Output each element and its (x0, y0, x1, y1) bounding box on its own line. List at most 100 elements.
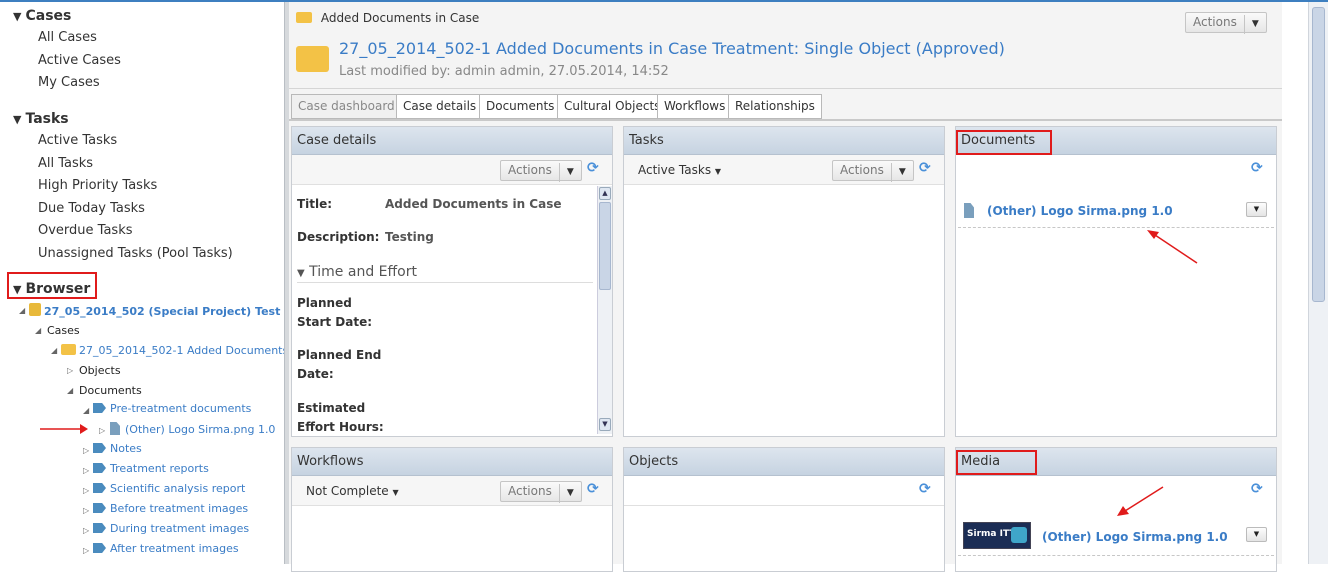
chevron-down-icon: ▼ (890, 163, 913, 182)
time-effort-section[interactable]: ▼ Time and Effort (297, 264, 593, 283)
title-label: Title: (297, 197, 333, 211)
nav-active-cases[interactable]: Active Cases (38, 53, 121, 68)
panel-header: Workflows (292, 448, 612, 476)
tab-case-dashboard[interactable]: Case dashboard (291, 94, 402, 119)
annotation-box-browser (7, 272, 97, 299)
tab-case-details[interactable]: Case details (396, 94, 484, 119)
tasks-actions-button[interactable]: Actions ▼ (832, 160, 914, 182)
tree-case-node[interactable]: 27_05_2014_502-1 Added Documents in C (61, 344, 284, 357)
scroll-thumb[interactable] (599, 202, 611, 290)
divider (289, 88, 1282, 89)
cases-section-title[interactable]: ▼ Cases (13, 8, 71, 24)
scroll-down-icon[interactable]: ▼ (599, 418, 611, 431)
tree-before-images-node[interactable]: Before treatment images (93, 502, 248, 515)
tree-after-images-node[interactable]: After treatment images (93, 542, 239, 555)
planned-start-label: Planned Start Date: (297, 296, 373, 329)
tab-workflows[interactable]: Workflows (657, 94, 733, 119)
refresh-icon[interactable]: ⟳ (587, 481, 599, 497)
tag-icon (93, 463, 106, 473)
document-icon (964, 203, 974, 218)
chevron-down-icon: ▼ (558, 484, 581, 503)
collapse-triangle-icon: ▼ (13, 113, 22, 126)
expander-icon[interactable]: ▷ (83, 486, 89, 495)
project-icon (29, 303, 41, 316)
nav-active-tasks[interactable]: Active Tasks (38, 133, 117, 148)
refresh-icon[interactable]: ⟳ (587, 160, 599, 176)
panel-toolbar: Not Complete ▼ Actions ▼ ⟳ (292, 476, 612, 506)
panel-header: Objects (624, 448, 944, 476)
expander-icon[interactable]: ▷ (83, 546, 89, 555)
caret-down-icon: ▼ (714, 167, 722, 176)
media-item-link[interactable]: (Other) Logo Sirma.png 1.0 (1042, 530, 1228, 544)
panel-scrollbar[interactable]: ▲ ▼ (597, 186, 612, 434)
nav-unassigned-tasks[interactable]: Unassigned Tasks (Pool Tasks) (38, 246, 233, 261)
expander-icon[interactable]: ◢ (19, 306, 25, 315)
panel-header: Tasks (624, 127, 944, 155)
title-value: Added Documents in Case (385, 197, 562, 211)
expander-icon[interactable]: ◢ (67, 386, 73, 395)
media-thumbnail[interactable]: Sirma ITT (963, 522, 1031, 549)
tree-notes-node[interactable]: Notes (93, 442, 142, 455)
workflows-filter-dropdown[interactable]: Not Complete ▼ (306, 484, 399, 498)
nav-due-today-tasks[interactable]: Due Today Tasks (38, 201, 145, 216)
description-label: Description: (297, 230, 380, 244)
workflows-panel: Workflows Not Complete ▼ Actions ▼ ⟳ (291, 447, 613, 572)
tree-documents-node[interactable]: Documents (79, 384, 142, 397)
expander-icon[interactable]: ▷ (83, 446, 89, 455)
case-details-panel: Case details Actions ▼ ⟳ Title: Added Doc… (291, 126, 613, 437)
nav-all-cases[interactable]: All Cases (38, 30, 97, 45)
collapse-triangle-icon: ▼ (297, 268, 305, 279)
panel-toolbar: ⟳ (624, 476, 944, 506)
expander-icon[interactable]: ▷ (99, 426, 105, 435)
tab-documents[interactable]: Documents (479, 94, 562, 119)
nav-all-tasks[interactable]: All Tasks (38, 156, 93, 171)
refresh-icon[interactable]: ⟳ (919, 160, 931, 176)
nav-overdue-tasks[interactable]: Overdue Tasks (38, 223, 133, 238)
nav-my-cases[interactable]: My Cases (38, 75, 100, 90)
scroll-thumb[interactable] (1312, 7, 1325, 302)
annotation-arrow-sidebar (40, 424, 88, 434)
tab-relationships[interactable]: Relationships (728, 94, 822, 119)
documents-item-link[interactable]: (Other) Logo Sirma.png 1.0 (987, 204, 1173, 218)
tree-project-node[interactable]: 27_05_2014_502 (Special Project) Test Cl (29, 303, 284, 318)
last-modified: Last modified by: admin admin, 27.05.201… (339, 64, 669, 79)
tree-treatment-reports-node[interactable]: Treatment reports (93, 462, 209, 475)
tag-icon (93, 523, 106, 533)
folder-icon (296, 12, 312, 23)
expander-icon[interactable]: ▷ (83, 466, 89, 475)
scroll-up-icon[interactable]: ▲ (599, 187, 611, 200)
objects-panel: Objects ⟳ (623, 447, 945, 572)
expander-icon[interactable]: ▷ (83, 506, 89, 515)
tasks-filter-dropdown[interactable]: Active Tasks ▼ (638, 163, 721, 177)
document-menu-button[interactable]: ▼ (1246, 202, 1267, 217)
tree-scientific-report-node[interactable]: Scientific analysis report (93, 482, 245, 495)
tree-pretreatment-node[interactable]: Pre-treatment documents (93, 402, 251, 415)
tree-cases-node[interactable]: Cases (47, 324, 80, 337)
expander-icon[interactable]: ◢ (35, 326, 41, 335)
panel-toolbar: Actions ▼ ⟳ (292, 155, 612, 185)
tasks-panel: Tasks Active Tasks ▼ Actions ▼ ⟳ (623, 126, 945, 437)
case-details-actions-button[interactable]: Actions ▼ (500, 160, 582, 182)
media-menu-button[interactable]: ▼ (1246, 527, 1267, 542)
refresh-icon[interactable]: ⟳ (919, 481, 931, 497)
tree-objects-node[interactable]: Objects (79, 364, 121, 377)
tasks-section-title[interactable]: ▼ Tasks (13, 111, 69, 127)
tree-during-images-node[interactable]: During treatment images (93, 522, 249, 535)
refresh-icon[interactable]: ⟳ (1251, 160, 1263, 176)
planned-end-label: Planned End Date: (297, 348, 382, 381)
tree-logo-document[interactable]: (Other) Logo Sirma.png 1.0 (110, 422, 275, 436)
header-actions-button[interactable]: Actions ▼ (1185, 12, 1267, 34)
expander-icon[interactable]: ◢ (51, 346, 57, 355)
refresh-icon[interactable]: ⟳ (1251, 481, 1263, 497)
folder-icon (61, 344, 76, 355)
expander-icon[interactable]: ▷ (83, 526, 89, 535)
breadcrumb: Added Documents in Case (296, 11, 479, 25)
nav-high-priority-tasks[interactable]: High Priority Tasks (38, 178, 157, 193)
workflows-actions-button[interactable]: Actions ▼ (500, 481, 582, 503)
estimated-effort-label: Estimated Effort Hours: (297, 401, 384, 434)
tag-icon (93, 483, 106, 493)
expander-icon[interactable]: ◢ (83, 406, 89, 415)
tab-cultural-objects[interactable]: Cultural Objects (557, 94, 668, 119)
expander-icon[interactable]: ▷ (67, 366, 73, 375)
page-scrollbar[interactable] (1308, 2, 1328, 564)
